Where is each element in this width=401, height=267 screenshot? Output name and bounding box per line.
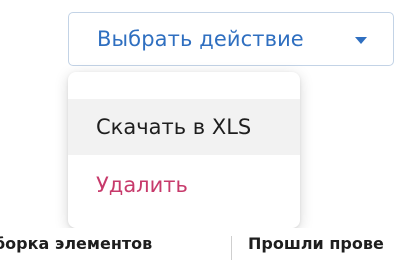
menu-item-download-xls[interactable]: Скачать в XLS xyxy=(68,99,300,155)
column-header-selection[interactable]: борка элементов xyxy=(0,234,152,253)
table-header: борка элементов Прошли прове xyxy=(0,228,401,267)
chevron-down-icon xyxy=(355,37,367,44)
select-action-label: Выбрать действие xyxy=(97,27,304,51)
select-action-dropdown[interactable]: Выбрать действие xyxy=(68,12,394,66)
menu-item-label: Удалить xyxy=(96,173,188,197)
column-header-passed-check[interactable]: Прошли прове xyxy=(248,234,384,253)
menu-item-label: Скачать в XLS xyxy=(96,115,252,139)
column-divider xyxy=(231,236,232,260)
action-menu: Скачать в XLS Удалить xyxy=(68,72,300,228)
menu-item-delete[interactable]: Удалить xyxy=(68,157,300,213)
page: Выбрать действие Скачать в XLS Удалить б… xyxy=(0,0,401,267)
